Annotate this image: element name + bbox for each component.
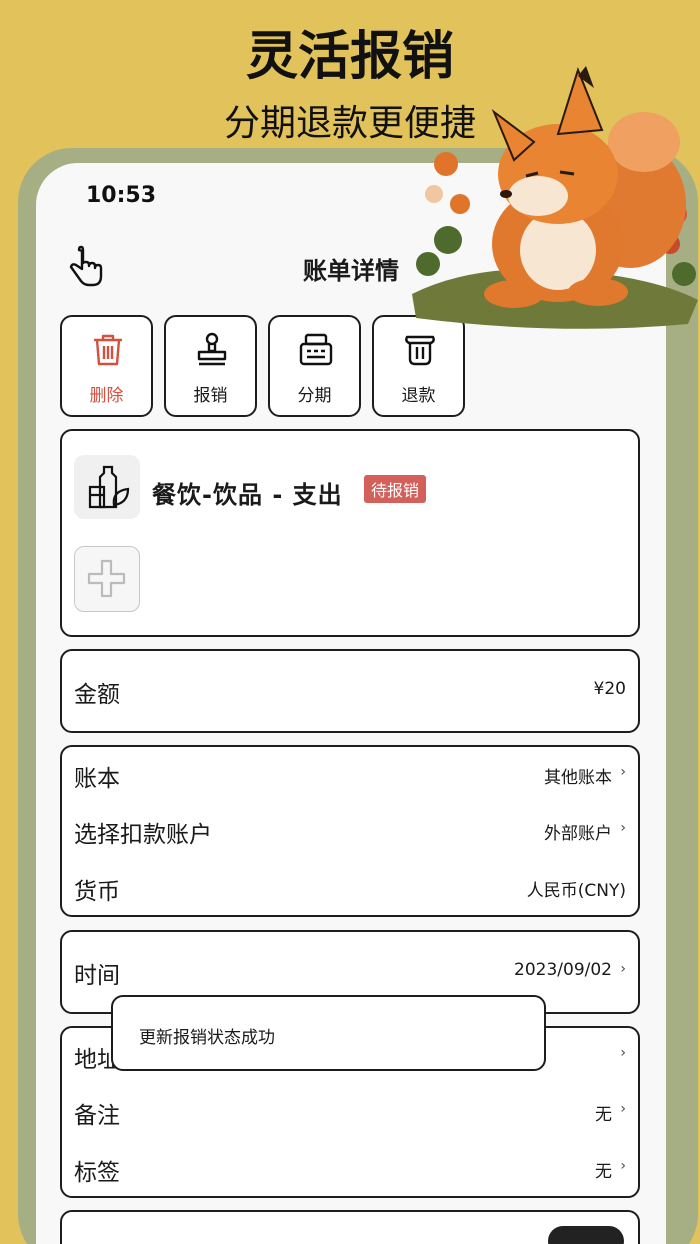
tags-value: 无 bbox=[595, 1162, 612, 1182]
currency-label: 货币 bbox=[74, 879, 120, 905]
currency-value: 人民币(CNY) bbox=[526, 881, 626, 901]
refund-label: 退款 bbox=[401, 386, 436, 406]
trash-icon bbox=[94, 334, 122, 366]
chevron-right-icon: › bbox=[620, 1101, 626, 1117]
refund-icon bbox=[405, 335, 435, 366]
delete-label: 删除 bbox=[89, 386, 124, 406]
note-row[interactable]: 备注 无 › bbox=[74, 1092, 626, 1132]
delete-button[interactable]: 删除 bbox=[60, 315, 153, 417]
book-value: 其他账本 bbox=[544, 768, 612, 788]
toast-text: 更新报销状态成功 bbox=[139, 1028, 275, 1048]
record-card: 餐饮-饮品 - 支出 待报销 bbox=[60, 429, 640, 637]
account-row[interactable]: 选择扣款账户 外部账户 › bbox=[74, 811, 626, 851]
amount-card[interactable]: 金额 ¥20 bbox=[60, 649, 640, 733]
book-row[interactable]: 账本 其他账本 › bbox=[74, 755, 626, 795]
currency-row[interactable]: 货币 人民币(CNY) bbox=[74, 868, 626, 908]
time-value: 2023/09/02 bbox=[514, 960, 612, 980]
tags-label: 标签 bbox=[74, 1160, 120, 1186]
status-badge: 待报销 bbox=[364, 475, 427, 503]
account-card: 账本 其他账本 › 选择扣款账户 外部账户 › 货币 人民币(CNY) bbox=[60, 745, 640, 917]
installment-icon bbox=[299, 333, 333, 366]
amount-value: ¥20 bbox=[593, 679, 626, 699]
account-value: 外部账户 bbox=[544, 824, 612, 844]
note-label: 备注 bbox=[74, 1103, 120, 1129]
amount-row[interactable]: 金额 ¥20 bbox=[74, 671, 626, 711]
reimburse-button[interactable]: 报销 bbox=[164, 315, 257, 417]
book-label: 账本 bbox=[74, 766, 120, 792]
tags-row[interactable]: 标签 无 › bbox=[74, 1149, 626, 1189]
chevron-right-icon: › bbox=[620, 1045, 626, 1061]
status-bar-time: 10:53 bbox=[86, 183, 157, 208]
installment-button[interactable]: 分期 bbox=[268, 315, 361, 417]
installment-label: 分期 bbox=[297, 386, 332, 406]
note-value: 无 bbox=[595, 1105, 612, 1125]
chevron-right-icon: › bbox=[620, 961, 626, 977]
add-photo-button[interactable] bbox=[74, 546, 140, 612]
category-title: 餐饮-饮品 - 支出 bbox=[152, 481, 343, 509]
chevron-right-icon: › bbox=[620, 764, 626, 780]
drink-icon bbox=[88, 465, 130, 509]
stamp-icon bbox=[197, 332, 227, 366]
extra-card bbox=[60, 1210, 640, 1244]
toast-message: 更新报销状态成功 bbox=[111, 995, 546, 1071]
amount-label: 金额 bbox=[74, 682, 120, 708]
add-icon bbox=[87, 559, 126, 598]
chevron-right-icon: › bbox=[620, 1158, 626, 1174]
chevron-right-icon: › bbox=[620, 820, 626, 836]
time-label: 时间 bbox=[74, 963, 120, 989]
fox-mascot-illustration bbox=[412, 66, 698, 329]
time-row[interactable]: 时间 2023/09/02 › bbox=[74, 952, 626, 992]
toggle-switch[interactable] bbox=[548, 1226, 624, 1244]
account-label: 选择扣款账户 bbox=[74, 822, 212, 848]
reimburse-label: 报销 bbox=[193, 386, 228, 406]
category-icon-box bbox=[74, 455, 140, 519]
